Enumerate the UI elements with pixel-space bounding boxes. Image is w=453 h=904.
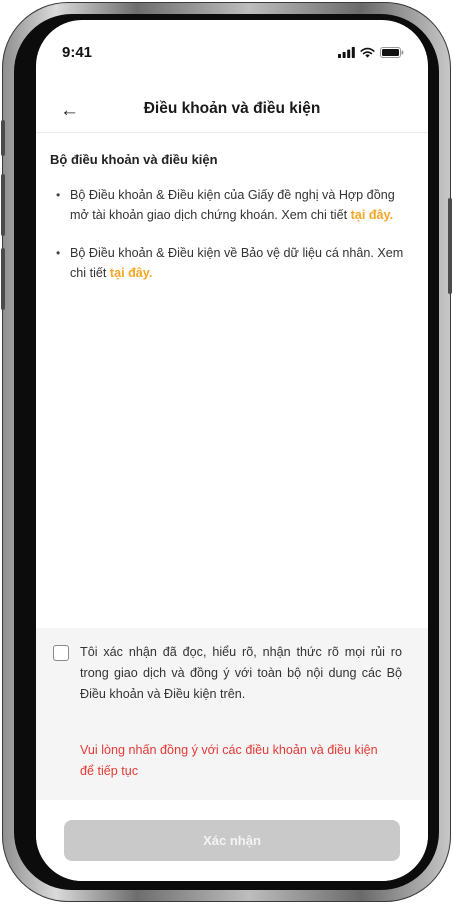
status-icons	[338, 47, 404, 58]
privacy-detail-link[interactable]: tại đây.	[110, 266, 152, 280]
signal-icon	[338, 47, 355, 58]
terms-item: • Bộ Điều khoản & Điều kiện của Giấy đề …	[50, 185, 414, 225]
terms-item-text: Bộ Điều khoản & Điều kiện của Giấy đề ng…	[70, 188, 395, 222]
side-button-power	[448, 198, 452, 294]
battery-icon	[380, 47, 404, 58]
side-button-volume-down	[1, 248, 5, 310]
app-header: ← Điều khoản và điều kiện	[36, 92, 428, 133]
consent-checkbox[interactable]	[53, 645, 69, 661]
terms-item: • Bộ Điều khoản & Điều kiện về Bảo vệ dữ…	[50, 243, 414, 283]
status-bar: 9:41	[36, 20, 428, 64]
bullet-icon: •	[56, 246, 61, 260]
footer: Xác nhận	[36, 800, 428, 881]
page-title: Điều khoản và điều kiện	[143, 100, 321, 117]
side-button-volume-up	[1, 174, 5, 236]
app-screen: 9:41 ← Điều khoản và điều kiện Bộ điều k…	[36, 20, 428, 881]
status-time: 9:41	[62, 44, 93, 61]
confirm-button[interactable]: Xác nhận	[64, 820, 400, 861]
consent-panel: Tôi xác nhận đã đọc, hiểu rõ, nhận thức …	[36, 628, 428, 800]
terms-detail-link[interactable]: tại đây.	[351, 208, 393, 222]
consent-error-message: Vui lòng nhấn đồng ý với các điều khoản …	[80, 743, 378, 778]
section-title: Bộ điều khoản và điều kiện	[50, 152, 218, 167]
terms-content: Bộ điều khoản và điều kiện • Bộ Điều kho…	[50, 152, 414, 301]
wifi-icon	[360, 47, 375, 58]
bullet-icon: •	[56, 188, 61, 202]
side-button-mute	[1, 120, 5, 156]
consent-label: Tôi xác nhận đã đọc, hiểu rõ, nhận thức …	[80, 645, 402, 701]
